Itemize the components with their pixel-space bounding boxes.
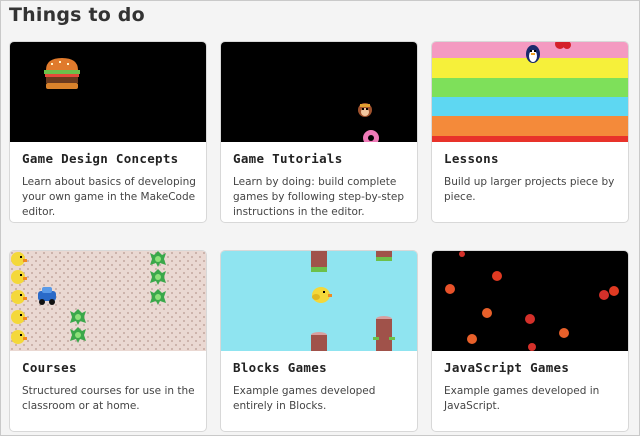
card-title: Game Tutorials — [233, 151, 343, 166]
bird-and-logs-icon — [221, 251, 417, 351]
red-dots-icon — [432, 251, 628, 351]
card-description: Learn about basics of developing your ow… — [22, 176, 196, 218]
card-title: Game Design Concepts — [22, 151, 179, 166]
card-description: Learn by doing: build complete games by … — [233, 176, 405, 218]
card-game-tutorials[interactable]: Game Tutorials Learn by doing: build com… — [220, 41, 418, 223]
card-description: Structured courses for use in the classr… — [22, 385, 195, 412]
card-title: Blocks Games — [233, 360, 327, 375]
card-game-design-concepts[interactable]: Game Design Concepts Learn about basics … — [9, 41, 207, 223]
duck-and-cactus-pattern-icon — [10, 251, 206, 351]
card-javascript-games[interactable]: JavaScript Games Example games developed… — [431, 250, 629, 432]
burger-sprite-icon — [10, 42, 206, 142]
rainbow-stripes-penguin-icon — [432, 42, 628, 142]
page-frame: Things to do Game Design Concepts Learn … — [0, 0, 640, 436]
card-courses[interactable]: Courses Structured courses for use in th… — [9, 250, 207, 432]
card-lessons[interactable]: Lessons Build up larger projects piece b… — [431, 41, 629, 223]
card-title: Lessons — [444, 151, 499, 166]
card-description: Build up larger projects piece by piece. — [444, 176, 615, 203]
card-title: JavaScript Games — [444, 360, 570, 375]
card-title: Courses — [22, 360, 77, 375]
card-description: Example games developed entirely in Bloc… — [233, 385, 376, 412]
card-description: Example games developed in JavaScript. — [444, 385, 600, 412]
card-blocks-games[interactable]: Blocks Games Example games developed ent… — [220, 250, 418, 432]
page-title: Things to do — [9, 4, 145, 26]
monkey-and-donut-sprites-icon — [221, 42, 417, 142]
